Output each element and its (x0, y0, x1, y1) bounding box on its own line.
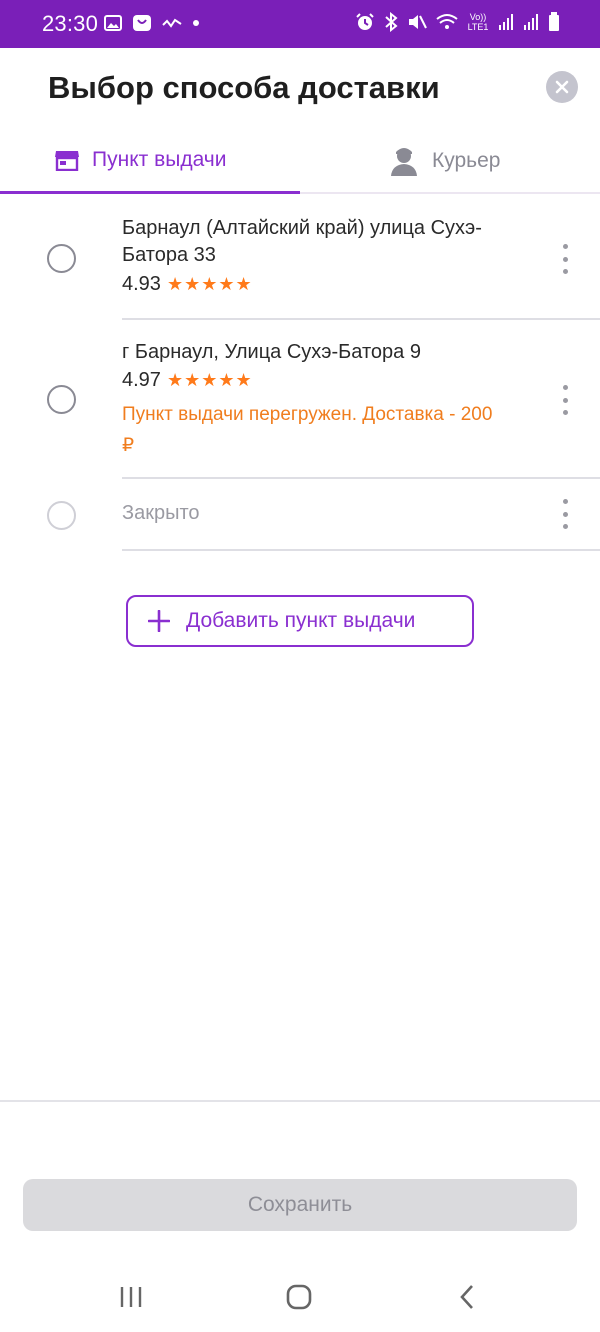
volte-icon: Vo)) LTE1 (467, 12, 489, 32)
shopping-bag-icon (133, 15, 151, 31)
divider (122, 318, 600, 320)
home-icon[interactable] (286, 1284, 312, 1310)
pickup-point-item[interactable]: Закрыто (0, 479, 600, 551)
add-pickup-point-button[interactable]: Добавить пункт выдачи (126, 595, 474, 647)
close-icon (555, 80, 569, 94)
radio-button[interactable] (47, 244, 76, 273)
status-time: 23:30 (42, 11, 99, 36)
star-icons: ★★★★★ (166, 370, 253, 390)
back-icon[interactable] (458, 1284, 476, 1310)
pickup-address: Барнаул (Алтайский край) улица Сухэ-Бато… (122, 217, 482, 266)
add-pickup-point-label: Добавить пункт выдачи (186, 609, 416, 632)
divider (122, 549, 600, 551)
dot-icon (193, 20, 199, 26)
rating: 4.97 ★★★★★ (122, 369, 253, 392)
save-button[interactable]: Сохранить (23, 1179, 577, 1231)
more-options-icon[interactable] (556, 385, 574, 415)
tab-pickup-point[interactable]: Пункт выдачи (0, 128, 300, 194)
tab-label: Курьер (432, 149, 501, 172)
tab-label: Пункт выдачи (92, 147, 227, 171)
status-bar: 23:30 Vo)) LTE1 (0, 0, 600, 48)
tab-courier[interactable]: Курьер (300, 128, 600, 194)
store-icon (55, 150, 79, 171)
signal-icon (499, 14, 513, 30)
radio-button[interactable] (47, 501, 76, 530)
save-button-label: Сохранить (247, 1193, 353, 1216)
page-title: Выбор способа доставки (48, 70, 440, 105)
pickup-address: г Барнаул, Улица Сухэ-Батора 9 (122, 341, 421, 363)
rating-value: 4.93 (122, 273, 161, 295)
divider (0, 1100, 600, 1102)
rating: 4.93 ★★★★★ (122, 273, 253, 296)
mute-icon (409, 15, 427, 29)
image-icon (104, 15, 122, 31)
overload-warning: Пункт выдачи перегружен. Доставка - 200 … (122, 404, 493, 456)
signal-icon (524, 14, 538, 30)
pickup-address: Закрыто (122, 502, 200, 524)
activity-icon (162, 18, 182, 28)
radio-button[interactable] (47, 385, 76, 414)
rating-value: 4.97 (122, 369, 161, 391)
pickup-point-item[interactable]: г Барнаул, Улица Сухэ-Батора 9 4.97 ★★★★… (0, 321, 600, 479)
star-icons: ★★★★★ (166, 274, 253, 294)
bluetooth-icon (385, 12, 398, 32)
more-options-icon[interactable] (556, 244, 574, 274)
alarm-icon (356, 13, 374, 30)
wifi-icon (436, 14, 458, 29)
delivery-tabs: Пункт выдачи Курьер (0, 128, 600, 194)
recent-apps-icon[interactable] (119, 1286, 143, 1308)
plus-icon (148, 610, 170, 632)
system-nav-bar (0, 1262, 600, 1332)
courier-icon (391, 148, 417, 176)
pickup-point-item[interactable]: Барнаул (Алтайский край) улица Сухэ-Бато… (0, 196, 600, 320)
battery-icon (549, 12, 559, 31)
close-button[interactable] (546, 71, 578, 103)
more-options-icon[interactable] (556, 499, 574, 529)
